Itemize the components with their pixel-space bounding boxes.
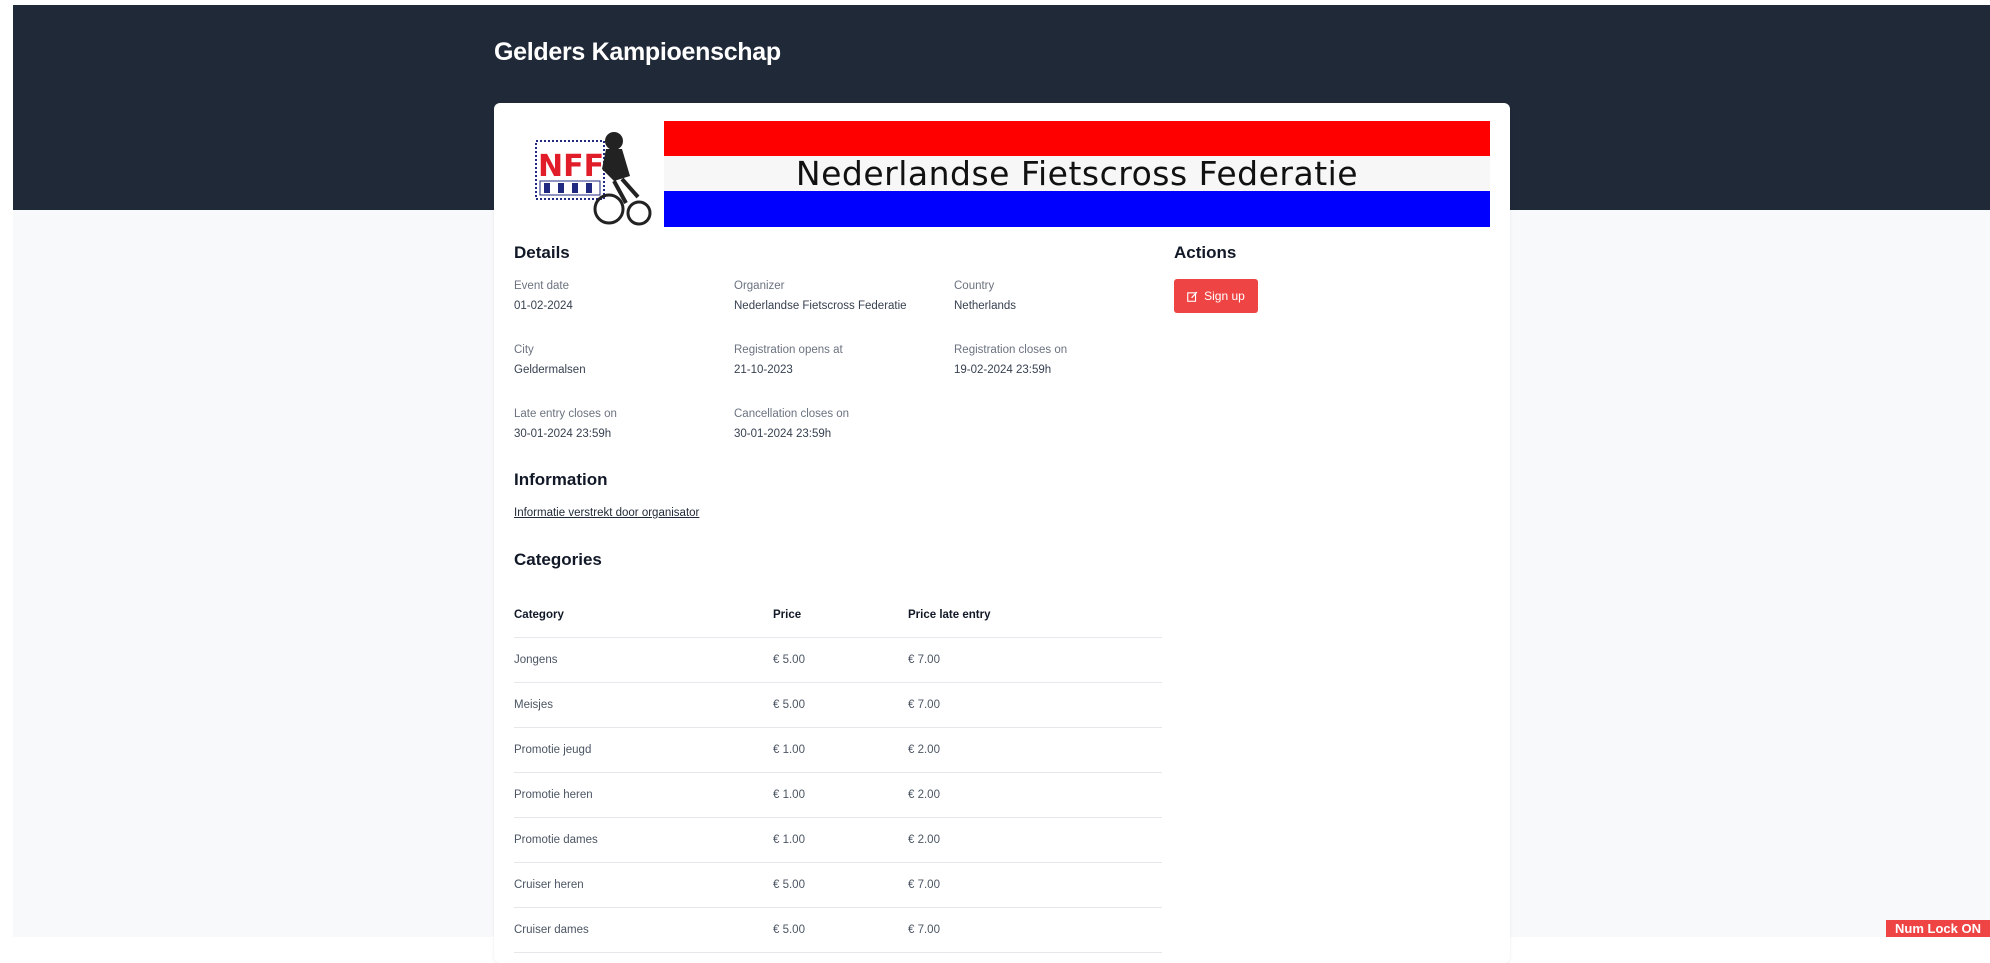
table-row: Cruiser heren € 5.00 € 7.00 <box>514 863 1162 908</box>
table-row: Meisjes € 5.00 € 7.00 <box>514 683 1162 728</box>
banner-federation-name: Nederlandse Fietscross Federatie <box>795 154 1359 193</box>
table-row: Promotie dames € 1.00 € 2.00 <box>514 818 1162 863</box>
event-banner: NFF Nederlandse Fietscross Federatie <box>514 121 1490 227</box>
table-header: Category Price Price late entry <box>514 593 1162 638</box>
country-value: Netherlands <box>954 300 1017 312</box>
page-title: Gelders Kampioenschap <box>494 38 781 66</box>
category-price-late: € 7.00 <box>908 924 940 936</box>
category-price: € 1.00 <box>773 834 805 846</box>
logo-letters: NFF <box>538 149 604 184</box>
actions-heading: Actions <box>1174 243 1237 262</box>
registration-opens-label: Registration opens at <box>734 344 843 356</box>
category-price: € 1.00 <box>773 789 805 801</box>
category-price: € 5.00 <box>773 879 805 891</box>
city-value: Geldermalsen <box>514 364 586 376</box>
categories-heading: Categories <box>514 550 602 569</box>
sign-up-label: Sign up <box>1204 289 1245 303</box>
registration-closes-value: 19-02-2024 23:59h <box>954 364 1052 376</box>
categories-table: Category Price Price late entry Jongens … <box>514 593 1162 953</box>
table-row: Promotie heren € 1.00 € 2.00 <box>514 773 1162 818</box>
details-heading: Details <box>514 243 570 262</box>
organizer-value: Nederlandse Fietscross Federatie <box>734 300 907 312</box>
num-lock-indicator: Num Lock ON <box>1886 920 1990 937</box>
information-heading: Information <box>514 470 608 489</box>
event-date-value: 01-02-2024 <box>514 300 573 312</box>
late-entry-closes-label: Late entry closes on <box>514 408 617 420</box>
column-header-price: Price <box>773 609 802 621</box>
sign-up-button[interactable]: Sign up <box>1174 279 1258 313</box>
table-row: Cruiser dames € 5.00 € 7.00 <box>514 908 1162 953</box>
category-price-late: € 2.00 <box>908 744 940 756</box>
category-name: Meisjes <box>514 699 553 711</box>
table-row: Promotie jeugd € 1.00 € 2.00 <box>514 728 1162 773</box>
flag-blue-stripe <box>664 191 1490 227</box>
organizer-info-link[interactable]: Informatie verstrekt door organisator <box>514 507 699 519</box>
category-price-late: € 7.00 <box>908 879 940 891</box>
event-date-label: Event date <box>514 280 569 292</box>
table-row: Jongens € 5.00 € 7.00 <box>514 638 1162 683</box>
edit-icon <box>1187 291 1198 302</box>
category-price: € 5.00 <box>773 699 805 711</box>
category-name: Promotie heren <box>514 789 593 801</box>
category-price: € 1.00 <box>773 744 805 756</box>
column-header-category: Category <box>514 609 564 621</box>
country-label: Country <box>954 280 995 292</box>
category-price-late: € 2.00 <box>908 834 940 846</box>
late-entry-closes-value: 30-01-2024 23:59h <box>514 428 612 440</box>
dutch-flag-banner: Nederlandse Fietscross Federatie <box>664 121 1490 227</box>
cancellation-closes-value: 30-01-2024 23:59h <box>734 428 832 440</box>
category-name: Promotie dames <box>514 834 598 846</box>
registration-closes-label: Registration closes on <box>954 344 1068 356</box>
cancellation-closes-label: Cancellation closes on <box>734 408 850 420</box>
category-price: € 5.00 <box>773 924 805 936</box>
event-card: NFF Nederlandse Fietscross Federatie Det… <box>494 103 1510 963</box>
category-price: € 5.00 <box>773 654 805 666</box>
category-price-late: € 7.00 <box>908 699 940 711</box>
column-header-price-late: Price late entry <box>908 609 991 621</box>
category-price-late: € 2.00 <box>908 789 940 801</box>
city-label: City <box>514 344 534 356</box>
category-name: Cruiser dames <box>514 924 589 936</box>
nff-logo: NFF <box>535 132 652 226</box>
organizer-label: Organizer <box>734 280 785 292</box>
category-price-late: € 7.00 <box>908 654 940 666</box>
category-name: Jongens <box>514 654 558 666</box>
registration-opens-value: 21-10-2023 <box>734 364 793 376</box>
flag-red-stripe <box>664 121 1490 156</box>
category-name: Cruiser heren <box>514 879 584 891</box>
category-name: Promotie jeugd <box>514 744 592 756</box>
